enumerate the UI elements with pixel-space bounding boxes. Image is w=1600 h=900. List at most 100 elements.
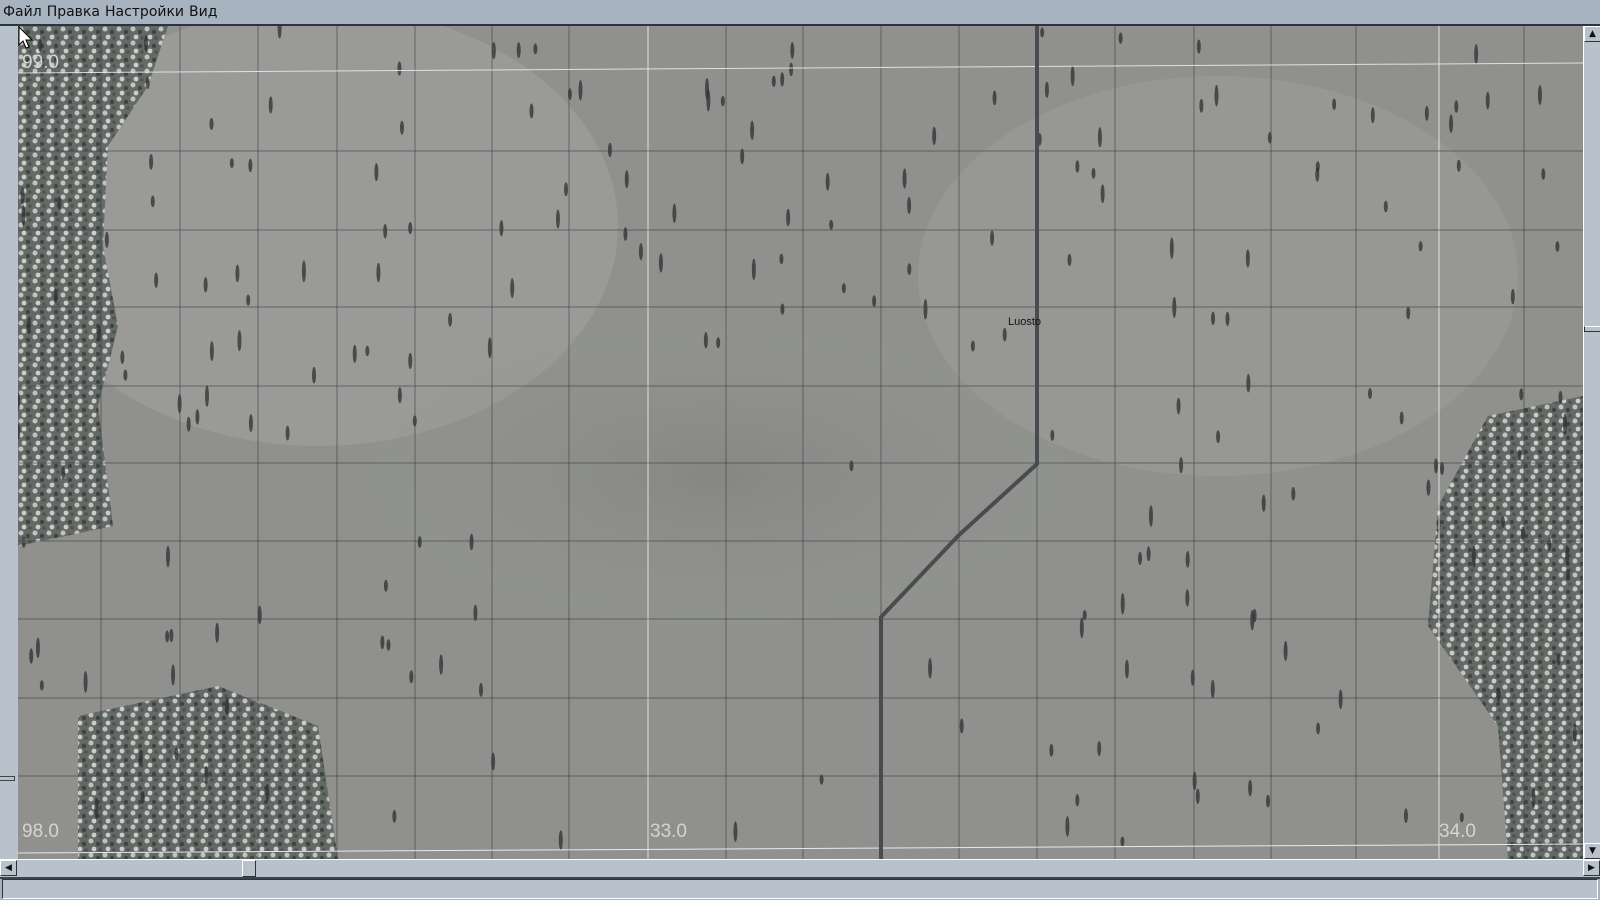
tree-marker — [1118, 32, 1123, 44]
left-ruler — [0, 26, 20, 859]
tree-marker — [1245, 249, 1250, 268]
tree-marker — [397, 387, 402, 404]
town-label-luosto[interactable]: Luosto — [1008, 316, 1041, 328]
tree-marker — [237, 330, 242, 352]
tree-marker — [1433, 458, 1438, 474]
tree-marker — [376, 262, 381, 283]
tree-marker — [1120, 836, 1125, 847]
tree-marker — [1537, 85, 1542, 106]
tree-marker — [786, 208, 791, 227]
tree-marker — [1196, 39, 1201, 54]
map-canvas[interactable]: 99.0 98.0 33.0 34.0 Luosto — [18, 26, 1583, 859]
mouse-cursor-icon — [18, 26, 34, 49]
tree-marker — [1424, 105, 1429, 121]
tree-marker — [301, 260, 306, 283]
tree-marker — [1192, 771, 1197, 791]
tree-marker — [703, 331, 708, 349]
tree-marker — [1316, 722, 1321, 735]
tree-marker — [169, 628, 174, 643]
tree-marker — [397, 61, 402, 76]
horizontal-scrollbar[interactable]: ◀ ▶ — [0, 859, 1600, 879]
horizontal-scroll-thumb[interactable] — [242, 860, 256, 877]
grid-label-northing-bottom: 98.0 — [22, 821, 59, 842]
tree-marker — [1566, 568, 1571, 581]
tree-marker — [932, 126, 937, 146]
tree-marker — [1338, 689, 1343, 710]
tree-marker — [1050, 429, 1055, 441]
tree-marker — [268, 96, 273, 114]
vertical-scrollbar[interactable]: ▲ ▼ — [1583, 26, 1600, 859]
tree-marker — [779, 253, 784, 265]
tree-marker — [1120, 592, 1125, 615]
tree-marker — [1049, 743, 1054, 757]
tree-marker — [171, 664, 176, 686]
tree-marker — [720, 95, 725, 107]
vertical-scroll-thumb[interactable] — [1584, 326, 1600, 332]
tree-marker — [638, 243, 643, 261]
tree-marker — [705, 78, 710, 100]
tree-marker — [564, 182, 569, 197]
tree-marker — [1368, 388, 1373, 400]
tree-marker — [408, 352, 413, 369]
tree-marker — [1002, 327, 1007, 342]
tree-marker — [1211, 311, 1216, 326]
tree-marker — [1399, 411, 1404, 425]
tree-marker — [383, 223, 388, 239]
tree-marker — [417, 536, 422, 548]
tree-marker — [1556, 653, 1561, 666]
tree-marker — [165, 545, 170, 568]
tree-marker — [21, 536, 26, 548]
tree-marker — [149, 153, 154, 170]
menu-view[interactable]: Вид — [186, 0, 219, 22]
tree-marker — [1406, 306, 1411, 320]
tree-marker — [1075, 160, 1080, 173]
tree-marker — [1474, 44, 1479, 65]
tree-marker — [246, 294, 251, 306]
tree-marker — [383, 579, 388, 592]
tree-marker — [408, 222, 413, 235]
menu-settings[interactable]: Настройки — [102, 0, 186, 22]
scroll-left-button[interactable]: ◀ — [0, 860, 17, 876]
tree-marker — [469, 533, 474, 551]
tree-marker — [150, 195, 155, 208]
tree-marker — [1185, 551, 1190, 568]
tree-marker — [374, 163, 379, 182]
tree-marker — [83, 670, 88, 693]
tree-marker — [20, 186, 25, 205]
tree-marker — [1563, 413, 1568, 435]
tree-marker — [352, 344, 357, 363]
tree-marker — [780, 303, 785, 315]
tree-marker — [1449, 114, 1454, 133]
tree-marker — [138, 749, 143, 767]
tree-marker — [1225, 311, 1230, 327]
tree-marker — [992, 90, 997, 106]
menu-file[interactable]: Файл — [0, 0, 44, 22]
tree-marker — [658, 253, 663, 273]
tree-marker — [1044, 81, 1049, 98]
tree-marker — [672, 203, 677, 224]
tree-marker — [558, 830, 563, 851]
tree-marker — [872, 295, 877, 308]
tree-marker — [21, 204, 26, 227]
tree-marker — [1065, 816, 1070, 837]
tree-marker — [1485, 91, 1490, 110]
scroll-down-button[interactable]: ▼ — [1584, 843, 1600, 859]
scroll-up-button[interactable]: ▲ — [1584, 26, 1600, 42]
tree-marker — [96, 325, 101, 342]
tree-marker — [849, 460, 854, 472]
tree-marker — [1097, 741, 1102, 757]
menu-edit[interactable]: Правка — [44, 0, 102, 22]
tree-marker — [1124, 659, 1129, 679]
tree-marker — [439, 654, 444, 675]
tree-marker — [1091, 167, 1096, 179]
tree-marker — [1199, 98, 1204, 113]
tree-marker — [399, 120, 404, 135]
tree-marker — [510, 278, 515, 299]
tree-marker — [53, 288, 58, 303]
tree-marker — [1370, 107, 1375, 124]
scroll-right-button[interactable]: ▶ — [1583, 860, 1600, 876]
tree-marker — [780, 72, 785, 87]
tree-marker — [35, 637, 40, 658]
tree-marker — [902, 168, 907, 189]
tree-marker — [1510, 289, 1515, 305]
